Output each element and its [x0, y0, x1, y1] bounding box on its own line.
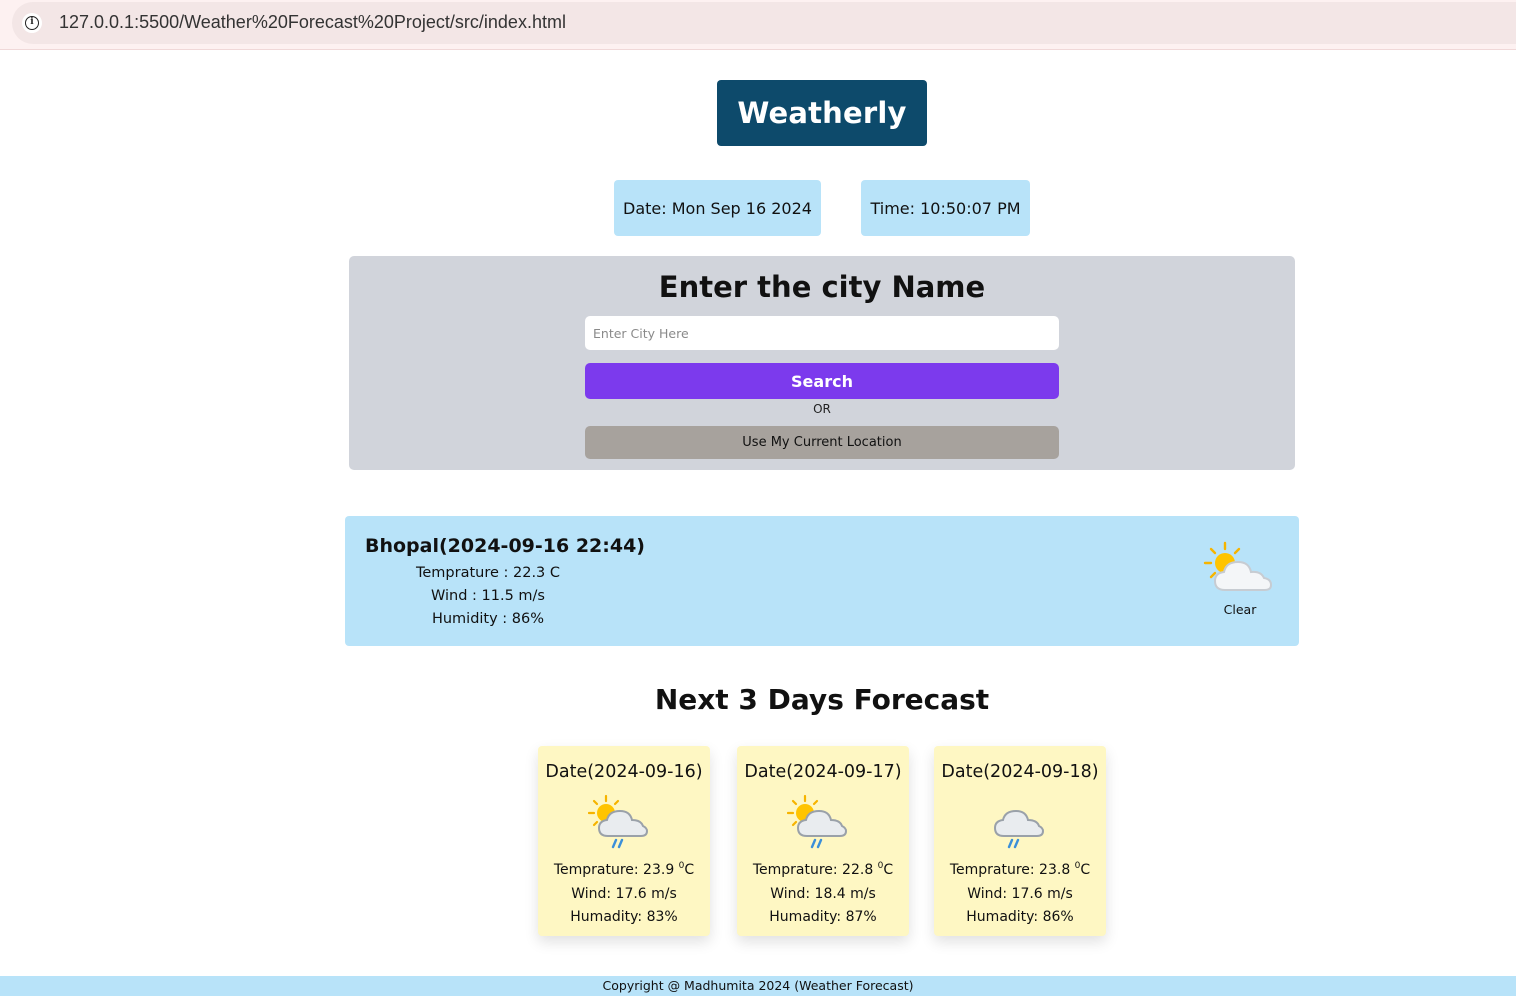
current-wind: Wind : 11.5 m/s	[430, 588, 545, 604]
forecast-card: Date(2024-09-16) Temprature: 23.9 0C Win…	[538, 746, 710, 936]
forecast-humidity: Humadity: 83%	[570, 909, 678, 925]
search-button[interactable]: Search	[585, 363, 1059, 399]
forecast-temperature: Temprature: 23.8 0C	[949, 861, 1091, 879]
forecast-wind: Wind: 17.6 m/s	[967, 885, 1073, 902]
current-temperature: Temprature : 22.3 C	[415, 565, 561, 581]
site-info-icon[interactable]: i	[22, 13, 42, 33]
sun-cloud-rain-icon	[588, 794, 649, 849]
forecast-humidity: Humadity: 86%	[966, 909, 1074, 925]
current-condition: Clear	[1223, 602, 1257, 617]
current-weather-card: Bhopal(2024-09-16 22:44) Temprature : 22…	[345, 516, 1299, 646]
forecast-date: Date(2024-09-16)	[545, 762, 703, 782]
forecast-temperature: Temprature: 22.8 0C	[752, 861, 894, 879]
forecast-date: Date(2024-09-17)	[744, 762, 902, 782]
forecast-wind: Wind: 18.4 m/s	[770, 885, 876, 902]
url-text[interactable]: 127.0.0.1:5500/Weather%20Forecast%20Proj…	[59, 12, 566, 33]
forecast-temperature: Temprature: 23.9 0C	[553, 861, 695, 879]
forecast-card: Date(2024-09-17) Temprature: 22.8 0C Win…	[737, 746, 909, 936]
url-field[interactable]: i 127.0.0.1:5500/Weather%20Forecast%20Pr…	[12, 2, 1516, 44]
forecast-title: Next 3 Days Forecast	[654, 683, 990, 716]
search-title: Enter the city Name	[658, 270, 986, 304]
current-humidity: Humidity : 86%	[431, 611, 545, 627]
city-input[interactable]	[585, 316, 1059, 350]
forecast-card: Date(2024-09-18) Temprature: 23.8 0C Win…	[934, 746, 1106, 936]
forecast-humidity: Humadity: 87%	[769, 909, 877, 925]
forecast-date: Date(2024-09-18)	[941, 762, 1099, 782]
sun-cloud-rain-icon	[787, 794, 848, 849]
current-city-heading: Bhopal(2024-09-16 22:44)	[365, 535, 645, 557]
search-panel: Enter the city Name Search OR Use My Cur…	[349, 256, 1295, 470]
current-details: Temprature : 22.3 C Wind : 11.5 m/s Humi…	[345, 562, 631, 631]
footer-copyright: Copyright @ Madhumita 2024 (Weather Fore…	[0, 976, 1516, 996]
app-logo: Weatherly	[717, 80, 927, 146]
browser-address-bar: i 127.0.0.1:5500/Weather%20Forecast%20Pr…	[0, 0, 1516, 50]
date-display: Date: Mon Sep 16 2024	[614, 180, 821, 236]
time-display: Time: 10:50:07 PM	[861, 180, 1030, 236]
or-separator: OR	[813, 402, 831, 416]
current-location-button[interactable]: Use My Current Location	[585, 426, 1059, 459]
forecast-wind: Wind: 17.6 m/s	[571, 885, 677, 902]
partly-cloudy-icon	[1203, 541, 1273, 591]
cloud-rain-icon	[993, 809, 1045, 849]
